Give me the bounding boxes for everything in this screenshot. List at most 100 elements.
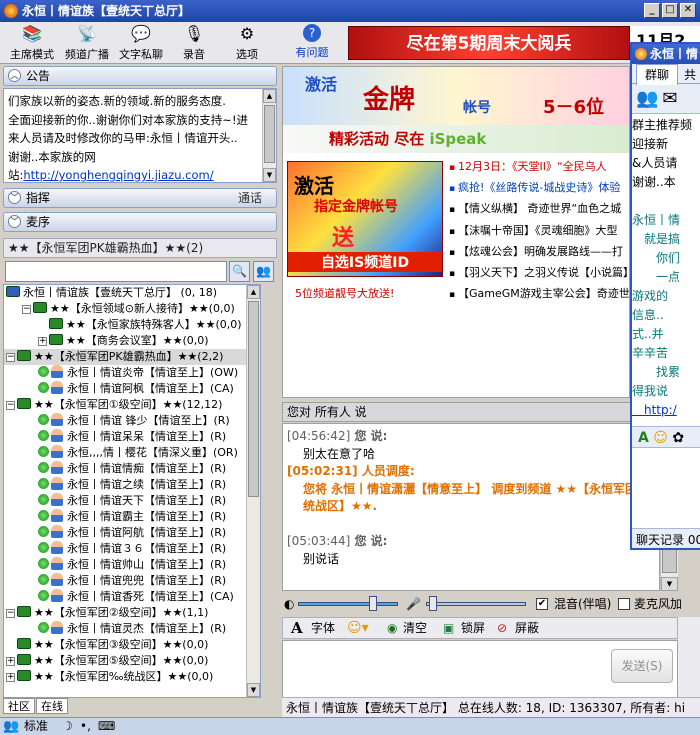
keyboard-icon[interactable]: ⌨ bbox=[98, 718, 115, 735]
notice-header[interactable]: ︿ 公告 bbox=[3, 66, 277, 86]
mic-boost-checkbox[interactable] bbox=[618, 598, 630, 610]
news-link[interactable]: 【羽义天下】之羽义传说【小说篇】 bbox=[449, 263, 629, 284]
chat-history-button[interactable]: 聊天记录 00 bbox=[632, 528, 700, 548]
channel-row[interactable]: ★★【永恒军团③级空间】★★(0,0) bbox=[4, 637, 260, 653]
ad-banner[interactable]: 激活 金牌 帐号 5－6位 bbox=[283, 67, 629, 125]
tab-community[interactable]: 社区 bbox=[3, 698, 35, 714]
channel-row[interactable]: ★★【永恒家族特殊客人】★★(0,0) bbox=[4, 317, 260, 333]
channel-row[interactable]: − ★★【永恒军团PK雄霸热血】★★(2,2) bbox=[4, 349, 260, 365]
news-link[interactable]: 【GameGM游戏主宰公会】奇迹世界 bbox=[449, 284, 629, 305]
mic-level-slider[interactable] bbox=[426, 602, 526, 606]
channel-row[interactable]: + ★★【永恒军团‰统战区】★★(0,0) bbox=[4, 669, 260, 685]
collapse-icon[interactable]: − bbox=[22, 305, 31, 314]
expand-icon[interactable]: + bbox=[6, 657, 15, 666]
mix-checkbox[interactable]: ✔ bbox=[536, 598, 548, 610]
user-row[interactable]: 永恒丨情谊阿航【情谊至上】(R) bbox=[4, 525, 260, 541]
send-button[interactable]: 发送(S) bbox=[611, 649, 673, 683]
help-button[interactable]: ? 有问题 bbox=[290, 24, 334, 60]
family-site-link[interactable]: http://yonghengqingyi.jiazu.com/ bbox=[23, 168, 213, 182]
status-mode[interactable]: 标准 bbox=[24, 718, 48, 735]
notice-scrollbar[interactable]: ▲ ▼ bbox=[262, 89, 276, 182]
mail-icon[interactable]: ✉ bbox=[662, 88, 677, 109]
scroll-thumb[interactable] bbox=[248, 301, 259, 497]
volume-slider[interactable] bbox=[298, 602, 398, 606]
channel-row[interactable]: + ★★【永恒军团⑤级空间】★★(0,0) bbox=[4, 653, 260, 669]
minimize-button[interactable]: _ bbox=[644, 3, 660, 18]
punctuation-icon[interactable]: •, bbox=[80, 718, 91, 735]
promo-caption[interactable]: 5位频道靓号大放送! bbox=[295, 285, 394, 301]
emoticon-icon[interactable]: ☺▾ bbox=[347, 618, 369, 638]
scroll-down-button[interactable]: ▼ bbox=[263, 168, 276, 182]
user-row[interactable]: 永恒丨情谊之续【情谊至上】(R) bbox=[4, 477, 260, 493]
scroll-up-button[interactable]: ▲ bbox=[263, 89, 276, 103]
gift-icon[interactable]: ✿ bbox=[672, 430, 684, 446]
user-row[interactable]: 永恒丨情谊 锋少【情谊至上】(R) bbox=[4, 413, 260, 429]
tree-scrollbar[interactable]: ▲ ▼ bbox=[246, 285, 260, 697]
user-row[interactable]: 永恒,,,,情丨樱花【情深义重】(OR) bbox=[4, 445, 260, 461]
promo-image[interactable]: 激活 指定金牌帐号 送 自选IS频道ID bbox=[287, 161, 443, 277]
guide-header[interactable]: ﹀ 指挥 通话 bbox=[3, 188, 277, 208]
group-input[interactable] bbox=[632, 449, 700, 529]
font-icon[interactable]: A bbox=[291, 618, 303, 638]
user-row[interactable]: 永恒丨情谊灵杰【情谊至上】(R) bbox=[4, 621, 260, 637]
user-row[interactable]: 永恒丨情谊香死【情谊至上】(CA) bbox=[4, 589, 260, 605]
news-link[interactable]: 疯抢!《丝路传说-城战史诗》体验 bbox=[449, 178, 629, 199]
scroll-thumb[interactable] bbox=[264, 105, 275, 163]
channel-row[interactable]: 永恒丨情谊族【壹统天丅总厅】 (0, 18) bbox=[4, 285, 260, 301]
block-icon[interactable]: ⊘ bbox=[497, 618, 507, 638]
top-ad-banner[interactable]: 尽在第5期周末大阅兵 bbox=[348, 26, 630, 60]
maximize-button[interactable]: □ bbox=[662, 3, 678, 18]
mic-level-handle[interactable] bbox=[429, 596, 437, 611]
members-icon[interactable]: 👥 bbox=[636, 88, 658, 109]
tab-group-chat[interactable]: 群聊 bbox=[636, 64, 679, 85]
mic-queue-header[interactable]: ﹀ 麦序 bbox=[3, 212, 277, 232]
user-row[interactable]: 永恒丨情谊阿枫【情谊至上】(CA) bbox=[4, 381, 260, 397]
moon-icon[interactable]: ☽ bbox=[62, 718, 73, 735]
clear-icon[interactable]: ◉ bbox=[387, 618, 397, 638]
tab-shared[interactable]: 共 bbox=[682, 65, 698, 85]
lock-icon[interactable]: ▣ bbox=[443, 618, 454, 638]
scroll-up-button[interactable]: ▲ bbox=[247, 285, 260, 299]
record-button[interactable]: 🎙 录音 bbox=[178, 24, 210, 62]
user-row[interactable]: 永恒丨情谊天下【情谊至上】(R) bbox=[4, 493, 260, 509]
broadcast-button[interactable]: 📡 频道广播 bbox=[60, 24, 114, 62]
emoticon-icon[interactable]: ☺ bbox=[653, 430, 668, 446]
user-row[interactable]: 永恒丨情谊呆呆【情谊至上】(R) bbox=[4, 429, 260, 445]
search-input[interactable] bbox=[5, 261, 227, 282]
scroll-down-button[interactable]: ▼ bbox=[247, 683, 260, 697]
user-row[interactable]: 永恒丨情谊３６【情谊至上】(R) bbox=[4, 541, 260, 557]
volume-slider-handle[interactable] bbox=[369, 596, 377, 611]
scroll-down-button[interactable]: ▼ bbox=[661, 577, 678, 591]
user-row[interactable]: 永恒丨情谊兜兜【情谊至上】(R) bbox=[4, 573, 260, 589]
group-window-title[interactable]: 永恒丨情 bbox=[632, 44, 700, 64]
news-link[interactable]: 12月3日：《天堂II》“全民乌人 bbox=[449, 157, 629, 178]
news-link[interactable]: 【情义纵横】 奇迹世界“血色之城 bbox=[449, 199, 629, 220]
chair-mode-button[interactable]: 📚 主席模式 bbox=[6, 24, 58, 62]
options-button[interactable]: ⚙ 选项 bbox=[230, 24, 264, 62]
speaker-icon[interactable]: ◐ bbox=[284, 593, 294, 615]
font-icon[interactable]: A bbox=[638, 430, 649, 446]
lock-screen-button[interactable]: 锁屏 bbox=[461, 618, 485, 638]
collapse-icon[interactable]: − bbox=[6, 609, 15, 618]
private-chat-button[interactable]: 💬 文字私聊 bbox=[114, 24, 168, 62]
expand-icon[interactable]: + bbox=[6, 673, 15, 682]
close-button[interactable]: ✕ bbox=[680, 3, 696, 18]
collapse-icon[interactable]: − bbox=[6, 401, 15, 410]
channel-row[interactable]: + ★★【商务会议室】★★(0,0) bbox=[4, 333, 260, 349]
channel-row[interactable]: − ★★【永恒军团②级空间】★★(1,1) bbox=[4, 605, 260, 621]
block-button[interactable]: 屏蔽 bbox=[515, 618, 539, 638]
channel-row[interactable]: − ★★【永恒领域⊙新人接待】★★(0,0) bbox=[4, 301, 260, 317]
user-row[interactable]: 永恒丨情谊炎帝【情谊至上】(OW) bbox=[4, 365, 260, 381]
expand-icon[interactable]: + bbox=[38, 337, 47, 346]
channel-row[interactable]: − ★★【永恒军团①级空间】★★(12,12) bbox=[4, 397, 260, 413]
clear-button[interactable]: 清空 bbox=[403, 618, 427, 638]
search-icon[interactable]: 🔍 bbox=[229, 261, 250, 282]
collapse-icon[interactable]: − bbox=[6, 353, 15, 362]
mic-icon[interactable]: 🎤 bbox=[406, 593, 421, 615]
user-row[interactable]: 永恒丨情谊情痴【情谊至上】(R) bbox=[4, 461, 260, 477]
news-link[interactable]: 【沫嘱十帝国】《灵魂细胞》大型 bbox=[449, 221, 629, 242]
tab-online[interactable]: 在线 bbox=[36, 698, 68, 714]
group-chat-line[interactable]: http:/ bbox=[632, 401, 700, 420]
find-user-icon[interactable]: 👥 bbox=[253, 261, 274, 282]
font-button[interactable]: 字体 bbox=[311, 618, 335, 638]
